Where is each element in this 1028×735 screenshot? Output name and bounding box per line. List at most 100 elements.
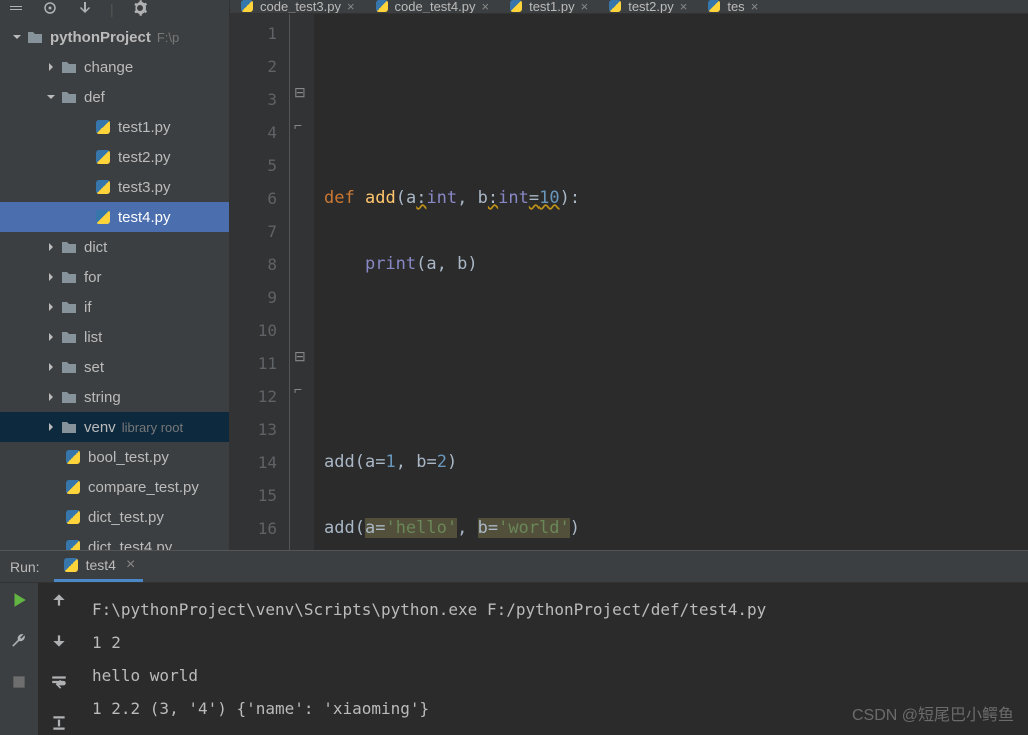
folder-icon xyxy=(60,388,78,406)
fold-end-icon[interactable]: ⌐ xyxy=(294,117,306,129)
tree-folder-dict[interactable]: dict xyxy=(0,232,229,262)
line-number[interactable]: 8 xyxy=(230,248,277,281)
folder-icon xyxy=(60,268,78,286)
tree-file-test4.py[interactable]: test4.py xyxy=(0,202,229,232)
tree-folder-change[interactable]: change xyxy=(0,52,229,82)
python-file-icon xyxy=(94,148,112,166)
sidebar-toolbar: | xyxy=(0,0,229,18)
chevron-right-icon[interactable] xyxy=(44,422,58,432)
tree-file-test2.py[interactable]: test2.py xyxy=(0,142,229,172)
line-number[interactable]: 9 xyxy=(230,281,277,314)
editor-tab[interactable]: code_test3.py× xyxy=(230,0,365,13)
close-icon[interactable]: × xyxy=(751,0,759,13)
settings-icon[interactable] xyxy=(132,0,148,19)
fold-icon[interactable]: ⊟ xyxy=(294,84,306,96)
chevron-right-icon[interactable] xyxy=(44,242,58,252)
tree-folder-def[interactable]: def xyxy=(0,82,229,112)
run-panel: Run: test4 × F:\pythonProject\venv\Scrip… xyxy=(0,550,1028,735)
collapse-all-icon[interactable] xyxy=(8,0,24,19)
close-icon[interactable]: × xyxy=(347,0,355,13)
chevron-right-icon[interactable] xyxy=(44,302,58,312)
line-number[interactable]: 10 xyxy=(230,314,277,347)
chevron-down-icon[interactable] xyxy=(10,32,24,42)
line-number[interactable]: 7 xyxy=(230,215,277,248)
folder-icon xyxy=(60,298,78,316)
python-icon xyxy=(608,0,622,13)
line-number[interactable]: 15 xyxy=(230,479,277,512)
up-arrow-icon[interactable] xyxy=(50,591,68,612)
fold-gutter: ⊟ ⌐ ⊟ ⌐ xyxy=(290,14,314,550)
python-file-icon xyxy=(94,118,112,136)
project-sidebar: | pythonProject F:\p changedeftest1.pyte… xyxy=(0,0,230,550)
tree-file-test3.py[interactable]: test3.py xyxy=(0,172,229,202)
tree-folder-string[interactable]: string xyxy=(0,382,229,412)
close-icon[interactable]: × xyxy=(126,556,135,574)
run-tab[interactable]: test4 × xyxy=(54,551,144,582)
line-number[interactable]: 13 xyxy=(230,413,277,446)
code-area[interactable]: def add(a:int, b:int=10): print(a, b) ad… xyxy=(314,14,1028,550)
python-file-icon xyxy=(64,508,82,526)
line-number[interactable]: 2 xyxy=(230,50,277,83)
chevron-right-icon[interactable] xyxy=(44,362,58,372)
download-icon[interactable] xyxy=(76,0,92,19)
down-arrow-icon[interactable] xyxy=(50,632,68,653)
chevron-right-icon[interactable] xyxy=(44,392,58,402)
console-output[interactable]: F:\pythonProject\venv\Scripts\python.exe… xyxy=(80,583,1028,735)
project-name: pythonProject xyxy=(50,29,151,46)
tree-folder-if[interactable]: if xyxy=(0,292,229,322)
editor-tab[interactable]: test2.py× xyxy=(598,0,697,13)
run-tab-name: test4 xyxy=(86,557,116,573)
editor-tab[interactable]: tes× xyxy=(697,0,768,13)
python-file-icon xyxy=(94,178,112,196)
project-tree: pythonProject F:\p changedeftest1.pytest… xyxy=(0,18,229,550)
close-icon[interactable]: × xyxy=(581,0,589,13)
editor-tab[interactable]: code_test4.py× xyxy=(365,0,500,13)
console-line: 1 2 xyxy=(92,626,1016,659)
folder-icon xyxy=(60,58,78,76)
wrench-icon[interactable] xyxy=(10,632,28,653)
project-root[interactable]: pythonProject F:\p xyxy=(0,22,229,52)
python-icon xyxy=(707,0,721,13)
line-number[interactable]: 11 xyxy=(230,347,277,380)
tree-file-bool_test.py[interactable]: bool_test.py xyxy=(0,442,229,472)
target-icon[interactable] xyxy=(42,0,58,19)
fold-end-icon[interactable]: ⌐ xyxy=(294,381,306,393)
run-header: Run: test4 × xyxy=(0,551,1028,583)
line-number[interactable]: 3 xyxy=(230,83,277,116)
line-number[interactable]: 16 xyxy=(230,512,277,545)
line-number[interactable]: 1 xyxy=(230,17,277,50)
close-icon[interactable]: × xyxy=(482,0,490,13)
stop-icon[interactable] xyxy=(10,673,28,694)
editor-tab[interactable]: test1.py× xyxy=(499,0,598,13)
line-number[interactable]: 6 xyxy=(230,182,277,215)
chevron-right-icon[interactable] xyxy=(44,272,58,282)
scroll-icon[interactable] xyxy=(50,714,68,735)
tree-file-dict_test4.py[interactable]: dict_test4.py xyxy=(0,532,229,550)
gutter: 12345678910111213141516 xyxy=(230,14,290,550)
python-icon xyxy=(375,0,389,13)
tree-file-test1.py[interactable]: test1.py xyxy=(0,112,229,142)
line-number[interactable]: 12 xyxy=(230,380,277,413)
rerun-icon[interactable] xyxy=(10,591,28,612)
soft-wrap-icon[interactable] xyxy=(50,673,68,694)
tree-file-compare_test.py[interactable]: compare_test.py xyxy=(0,472,229,502)
tree-folder-venv[interactable]: venvlibrary root xyxy=(0,412,229,442)
line-number[interactable]: 5 xyxy=(230,149,277,182)
tree-folder-set[interactable]: set xyxy=(0,352,229,382)
python-icon xyxy=(62,556,80,574)
editor-section: code_test3.py×code_test4.py×test1.py×tes… xyxy=(230,0,1028,550)
tree-folder-for[interactable]: for xyxy=(0,262,229,292)
line-number[interactable]: 14 xyxy=(230,446,277,479)
tree-folder-list[interactable]: list xyxy=(0,322,229,352)
chevron-right-icon[interactable] xyxy=(44,62,58,72)
python-file-icon xyxy=(64,478,82,496)
folder-icon xyxy=(60,418,78,436)
folder-icon xyxy=(60,238,78,256)
line-number[interactable]: 4 xyxy=(230,116,277,149)
chevron-right-icon[interactable] xyxy=(44,332,58,342)
chevron-down-icon[interactable] xyxy=(44,92,58,102)
fold-icon[interactable]: ⊟ xyxy=(294,348,306,360)
close-icon[interactable]: × xyxy=(680,0,688,13)
console-line: 1 2.2 (3, '4') {'name': 'xiaoming'} xyxy=(92,692,1016,725)
tree-file-dict_test.py[interactable]: dict_test.py xyxy=(0,502,229,532)
